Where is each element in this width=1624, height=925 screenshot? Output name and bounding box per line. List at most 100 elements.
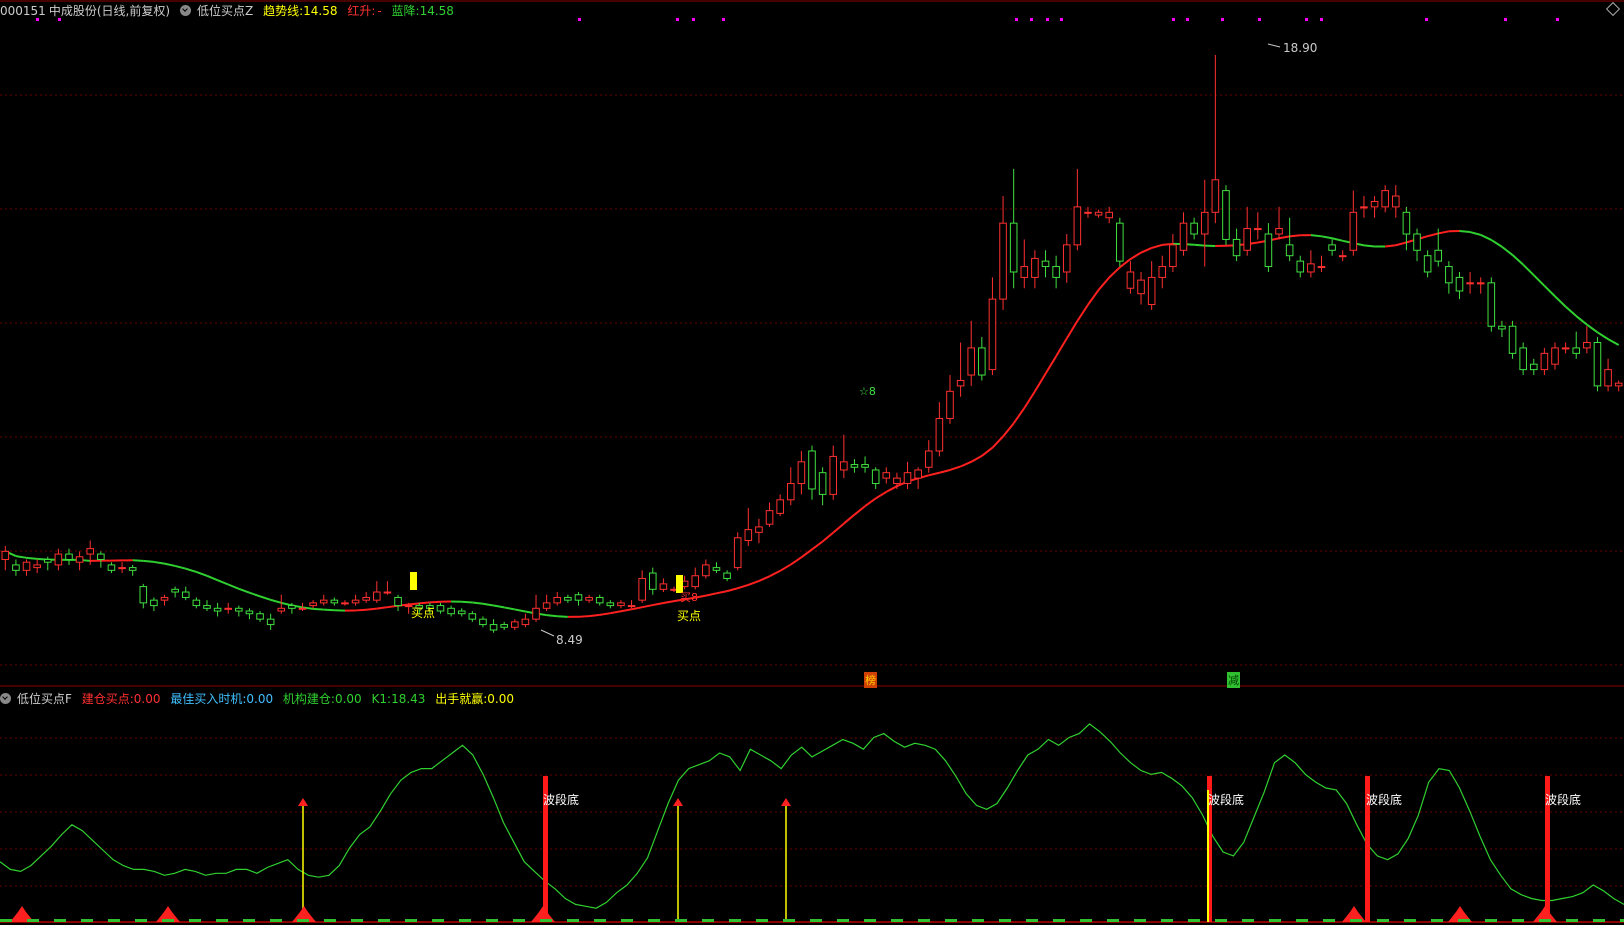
base-tick (135, 919, 147, 922)
candle (861, 456, 869, 473)
candle-body (1190, 222, 1198, 235)
trend-segment (769, 569, 781, 578)
k1-value: 18.43 (391, 692, 426, 706)
low-price-label: 8.49 (556, 633, 583, 647)
trend-segment (1586, 323, 1599, 334)
candle (203, 600, 211, 612)
candle-body (447, 607, 455, 615)
candle (1583, 326, 1591, 354)
candle (351, 594, 360, 606)
candle-body (1561, 347, 1570, 350)
star-marker: ☆8 (859, 385, 876, 398)
base-tick (1026, 919, 1038, 922)
trend-segment (970, 455, 983, 463)
trend-segment (249, 591, 261, 598)
candle-body (266, 618, 275, 626)
candle-body (1423, 255, 1432, 273)
settings-toggle-icon[interactable] (180, 5, 192, 16)
base-tick (1323, 919, 1335, 922)
candle (171, 586, 179, 598)
trend-segment (1596, 331, 1609, 340)
trend-segment (472, 601, 484, 605)
trend-segment (1554, 295, 1567, 308)
candle-body (394, 596, 402, 607)
candle (447, 605, 455, 617)
base-tick (81, 919, 93, 922)
trend-segment (1034, 373, 1047, 392)
trend-segment (1129, 251, 1142, 260)
trend-segment (821, 531, 834, 543)
base-tick (864, 919, 876, 922)
base-tick (1080, 919, 1092, 922)
candle (457, 608, 466, 617)
signal-arrow (781, 798, 791, 806)
candle (1572, 331, 1581, 359)
base-tick (1242, 919, 1254, 922)
candle (595, 594, 604, 606)
candle-body (765, 510, 774, 525)
trend-segment (1310, 234, 1322, 238)
candle-body (1094, 211, 1103, 216)
trend-segment (1002, 422, 1015, 438)
candle-body (829, 455, 838, 495)
sub-settings-toggle-icon[interactable] (0, 693, 11, 704)
candle-body (489, 624, 498, 631)
candle (107, 562, 116, 574)
signal-dot (1320, 18, 1323, 21)
trend-segment (1490, 239, 1503, 248)
trend-segment (185, 567, 197, 573)
candle-body (1020, 266, 1029, 278)
candle (150, 597, 158, 612)
candle-body (617, 602, 625, 607)
trend-segment (281, 601, 293, 607)
candle (648, 567, 657, 595)
candle (532, 594, 540, 622)
candle (1593, 337, 1602, 392)
candle (256, 611, 264, 622)
sub-indicator-name[interactable]: 低位买点F (17, 692, 72, 706)
signal-arrow (298, 798, 308, 806)
base-tick (1566, 919, 1578, 922)
candle-body (330, 599, 339, 604)
inst-label: 机构建仓: (282, 692, 335, 706)
candle (128, 564, 137, 576)
trend-segment (1395, 241, 1407, 247)
candle-body (978, 347, 986, 376)
base-tick (1377, 919, 1389, 922)
candle-body (1508, 325, 1517, 354)
trend-segment (557, 615, 568, 618)
candle (489, 619, 498, 633)
trend-segment (949, 465, 961, 471)
signal-dot (1305, 18, 1308, 21)
candle-body (797, 461, 806, 485)
trend-segment (578, 615, 590, 618)
base-tick (1485, 919, 1497, 922)
trend-segment (652, 601, 664, 607)
trend-segment (1012, 407, 1026, 424)
trend-segment (811, 540, 824, 551)
candle (213, 602, 222, 617)
base-tick (1107, 919, 1119, 922)
candle-body (383, 591, 392, 594)
sub-header: 低位买点F 建仓买点:0.00 最佳买入时机:0.00 机构建仓:0.00 K1… (0, 690, 520, 708)
trend-segment (864, 497, 877, 507)
base-tick (1404, 919, 1416, 922)
trend-segment (758, 575, 770, 582)
trend-segment (663, 600, 675, 604)
trend-segment (1278, 235, 1290, 240)
trend-segment (1469, 231, 1481, 236)
indicator-name[interactable]: 低位买点Z (197, 4, 253, 18)
candle-body (319, 599, 328, 604)
base-tick (540, 919, 552, 922)
candle-body (192, 599, 201, 607)
candle (1487, 277, 1496, 332)
candle (468, 611, 477, 622)
trend-segment (843, 513, 856, 525)
candle (1062, 234, 1071, 283)
candle (383, 581, 392, 595)
candle (564, 594, 572, 603)
candle-body (139, 586, 148, 604)
candle-body (1593, 342, 1602, 387)
signal-dot (1172, 18, 1175, 21)
base-tick (675, 919, 687, 922)
